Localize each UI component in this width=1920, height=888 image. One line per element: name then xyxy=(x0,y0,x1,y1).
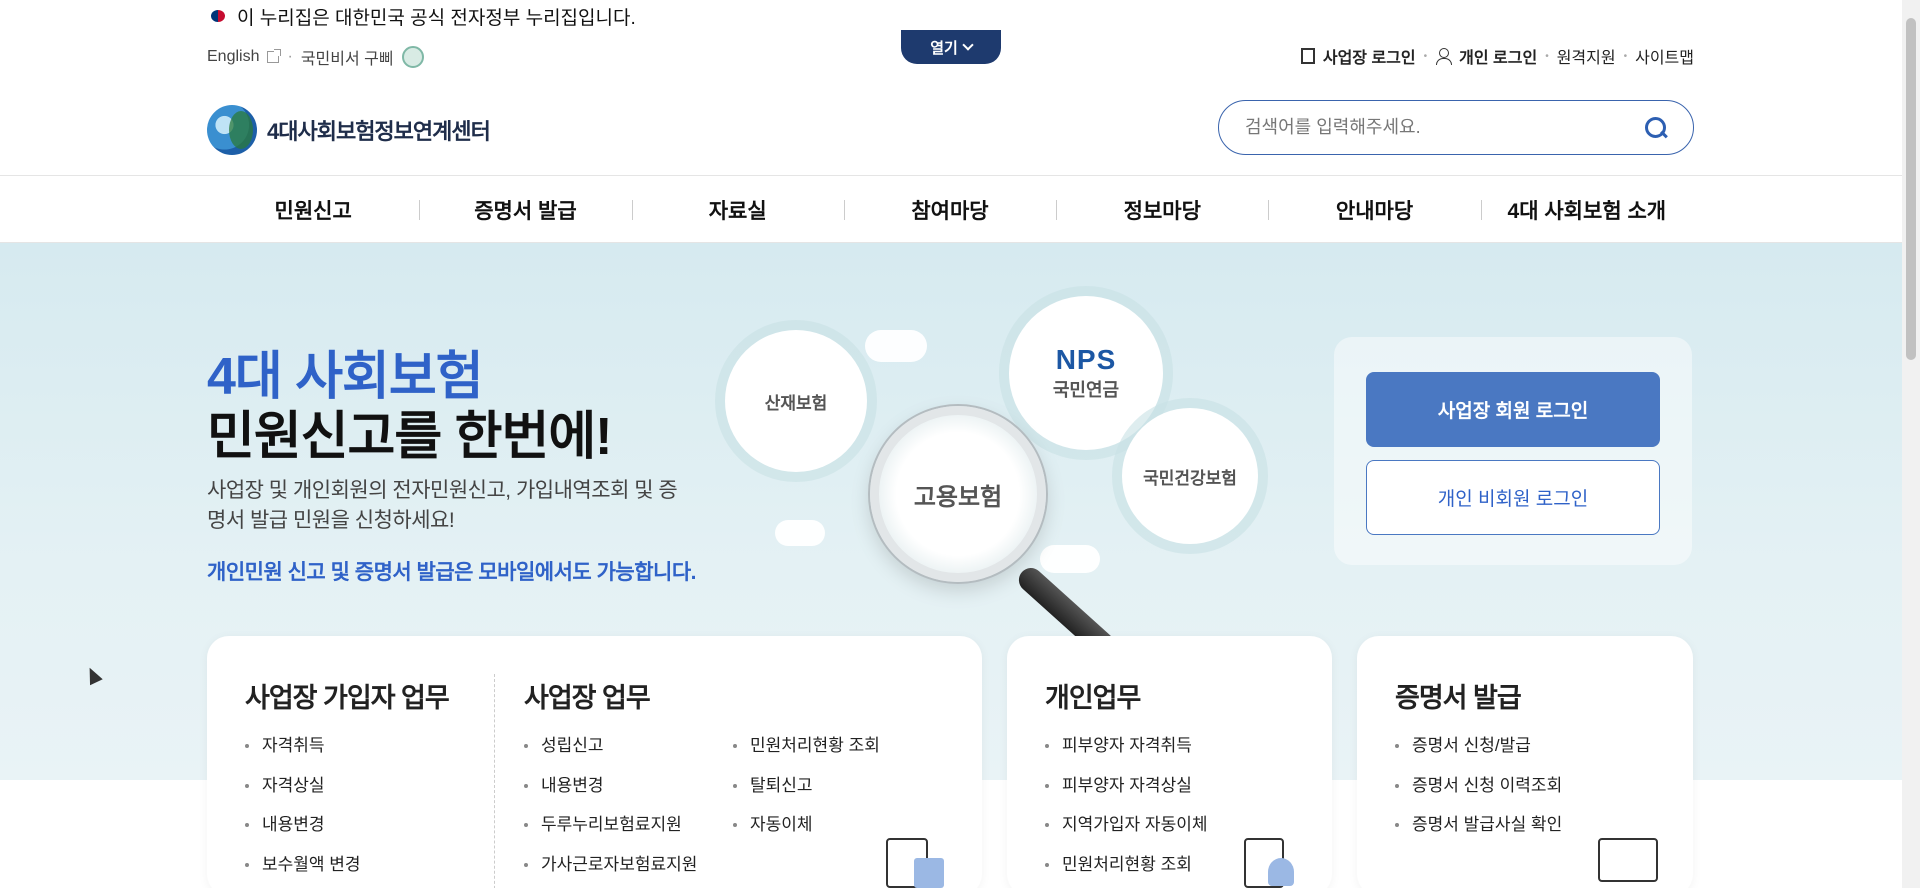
list-item[interactable]: 피부양자 자격상실 xyxy=(1045,766,1207,806)
separator-dot: • xyxy=(1423,50,1428,62)
chevron-down-icon xyxy=(962,39,974,51)
sitemap-link[interactable]: 사이트맵 xyxy=(1635,44,1694,68)
search-box xyxy=(1218,100,1694,155)
list-item[interactable]: 자동이체 xyxy=(733,805,880,845)
list-item[interactable]: 피부양자 자격취득 xyxy=(1045,726,1207,766)
utility-right: 사업장 로그인 • 개인 로그인 • 원격지원 • 사이트맵 xyxy=(1300,44,1694,68)
list-item[interactable]: 두루누리보험료지원 xyxy=(524,805,697,845)
list-item[interactable]: 내용변경 xyxy=(524,766,697,806)
nav-item-information[interactable]: 정보마당 xyxy=(1056,176,1268,244)
main-nav: 민원신고 증명서 발급 자료실 참여마당 정보마당 안내마당 4대 사회보험 소… xyxy=(0,175,1902,243)
external-link-icon xyxy=(267,49,282,63)
monitor-download-icon xyxy=(1598,838,1658,882)
biz-subscriber-list: 자격취득 자격상실 내용변경 보수월액 변경 xyxy=(245,726,361,884)
scrollbar-thumb[interactable] xyxy=(1906,18,1916,360)
document-icon xyxy=(914,858,944,888)
english-link[interactable]: English xyxy=(207,48,259,66)
health-insurance-label: 국민건강보험 xyxy=(1143,468,1237,488)
employment-insurance-label: 고용보험 xyxy=(913,483,1003,511)
list-item[interactable]: 민원처리현황 조회 xyxy=(733,726,880,766)
cloud-illustration xyxy=(775,520,825,546)
nav-item-civil-report[interactable]: 민원신고 xyxy=(207,176,419,244)
hero-description: 사업장 및 개인회원의 전자민원신고, 가입내역조회 및 증명서 발급 민원을 … xyxy=(207,479,678,532)
building-icon xyxy=(1300,48,1315,64)
separator-dot: • xyxy=(1545,50,1549,62)
biz-work-list-col1: 성립신고 내용변경 두루누리보험료지원 가사근로자보험료지원 xyxy=(524,726,697,884)
list-item[interactable]: 내용변경 xyxy=(245,805,361,845)
industrial-insurance-badge: 산재보험 xyxy=(725,330,867,472)
national-pension-label: 국민연금 xyxy=(1052,380,1120,400)
nps-logo-text: NPS xyxy=(1055,344,1117,375)
separator-dot: • xyxy=(1623,50,1628,62)
cloud-illustration xyxy=(1040,545,1100,573)
list-item[interactable]: 보수월액 변경 xyxy=(245,845,361,885)
nav-item-certificate[interactable]: 증명서 발급 xyxy=(419,176,631,244)
list-item[interactable]: 민원처리현황 조회 xyxy=(1045,845,1207,885)
biz-subscriber-title: 사업장 가입자 업무 xyxy=(245,683,450,713)
biz-work-title: 사업장 업무 xyxy=(524,683,651,713)
nav-item-participation[interactable]: 참여마당 xyxy=(843,176,1056,244)
national-pension-badge: NPS 국민연금 xyxy=(1009,296,1163,450)
list-item[interactable]: 증명서 신청 이력조회 xyxy=(1395,766,1562,806)
separator-dot: · xyxy=(287,48,293,65)
certificate-title: 증명서 발급 xyxy=(1395,683,1522,713)
site-logo[interactable]: 4대사회보험정보연계센터 xyxy=(207,105,491,155)
nav-item-resources[interactable]: 자료실 xyxy=(631,176,844,244)
logo-mark-icon xyxy=(207,105,257,155)
hero-title-line2: 민원신고를 한번에! xyxy=(207,408,612,466)
nav-item-about[interactable]: 4대 사회보험 소개 xyxy=(1480,176,1693,244)
logo-text: 4대사회보험정보연계센터 xyxy=(267,119,491,144)
list-item[interactable]: 증명서 신청/발급 xyxy=(1395,726,1562,766)
health-insurance-badge: 국민건강보험 xyxy=(1122,408,1258,544)
assistant-bot-icon[interactable] xyxy=(401,46,424,68)
search-input[interactable] xyxy=(1245,117,1645,138)
biz-member-login-button[interactable]: 사업장 회원 로그인 xyxy=(1366,372,1660,447)
open-banner-label: 열기 xyxy=(930,39,958,57)
industrial-insurance-label: 산재보험 xyxy=(764,393,828,413)
biz-work-list-col2: 민원처리현황 조회 탈퇴신고 자동이체 xyxy=(733,726,880,845)
korean-flag-icon xyxy=(207,7,229,25)
hero-mobile-notice: 개인민원 신고 및 증명서 발급은 모바일에서도 가능합니다. xyxy=(207,561,697,584)
gov-banner: 이 누리집은 대한민국 공식 전자정부 누리집입니다. xyxy=(207,4,636,29)
nav-item-guide[interactable]: 안내마당 xyxy=(1268,176,1480,244)
divider xyxy=(494,674,495,888)
personal-list: 피부양자 자격취득 피부양자 자격상실 지역가입자 자동이체 민원처리현황 조회 xyxy=(1045,726,1207,884)
personal-title: 개인업무 xyxy=(1045,683,1141,713)
cloud-illustration xyxy=(865,330,927,362)
magnifier-lens: 고용보험 xyxy=(870,406,1046,582)
personal-guest-login-button[interactable]: 개인 비회원 로그인 xyxy=(1366,460,1660,535)
person-icon xyxy=(1268,858,1294,886)
list-item[interactable]: 증명서 발급사실 확인 xyxy=(1395,805,1562,845)
remote-support-link[interactable]: 원격지원 xyxy=(1557,44,1616,68)
certificate-list: 증명서 신청/발급 증명서 신청 이력조회 증명서 발급사실 확인 xyxy=(1395,726,1562,845)
biz-login-link[interactable]: 사업장 로그인 xyxy=(1323,44,1416,68)
list-item[interactable]: 지역가입자 자동이체 xyxy=(1045,805,1207,845)
open-banner-button[interactable]: 열기 xyxy=(901,30,1001,64)
list-item[interactable]: 자격상실 xyxy=(245,766,361,806)
list-item[interactable]: 가사근로자보험료지원 xyxy=(524,845,697,885)
personal-login-link[interactable]: 개인 로그인 xyxy=(1459,44,1537,68)
scrollbar-track[interactable] xyxy=(1902,0,1920,888)
list-item[interactable]: 자격취득 xyxy=(245,726,361,766)
list-item[interactable]: 성립신고 xyxy=(524,726,697,766)
gov-banner-text: 이 누리집은 대한민국 공식 전자정부 누리집입니다. xyxy=(237,7,636,29)
list-item[interactable]: 탈퇴신고 xyxy=(733,766,880,806)
assistant-link[interactable]: 국민비서 구삐 xyxy=(301,45,394,69)
search-icon[interactable] xyxy=(1645,116,1667,139)
utility-left: English · 국민비서 구삐 xyxy=(207,45,424,69)
person-icon xyxy=(1435,48,1453,65)
